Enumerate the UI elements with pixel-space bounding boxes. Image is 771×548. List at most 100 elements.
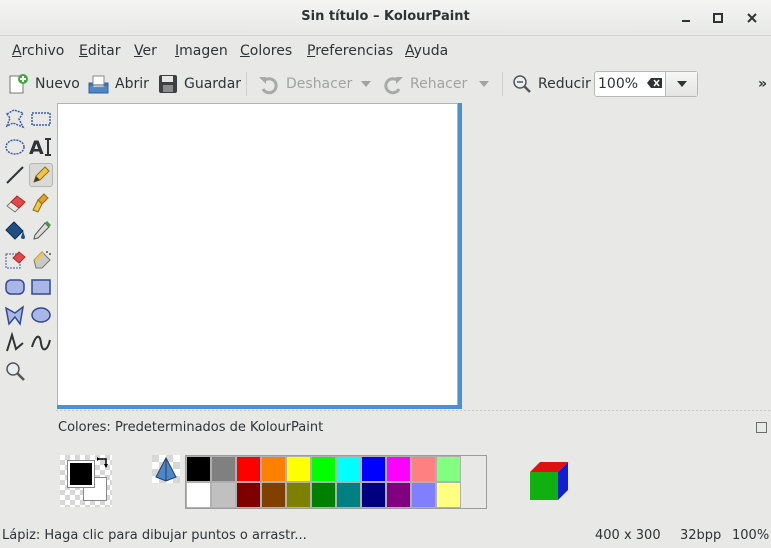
zoom-dropdown-button[interactable] bbox=[665, 72, 697, 96]
palette-swatch[interactable] bbox=[436, 456, 461, 482]
menu-colores[interactable]: Colores bbox=[240, 43, 292, 59]
connected-lines-tool[interactable] bbox=[3, 331, 27, 355]
status-zoom: 100% bbox=[732, 528, 770, 543]
drawing-canvas[interactable] bbox=[57, 103, 458, 406]
palette-swatch[interactable] bbox=[361, 482, 386, 508]
palette-swatch[interactable] bbox=[411, 482, 436, 508]
palette-swatch[interactable] bbox=[211, 456, 236, 482]
float-panel-icon[interactable] bbox=[756, 422, 767, 433]
text-tool[interactable]: A bbox=[29, 135, 53, 159]
palette-swatch[interactable] bbox=[361, 456, 386, 482]
ellipse-tool[interactable] bbox=[29, 303, 53, 327]
flood-fill-tool[interactable] bbox=[3, 219, 27, 243]
close-button[interactable] bbox=[742, 8, 762, 28]
menu-preferencias[interactable]: Preferencias bbox=[307, 43, 393, 59]
foreground-color-swatch[interactable] bbox=[67, 460, 95, 488]
open-button[interactable]: Abrir bbox=[87, 70, 149, 98]
palette-swatch[interactable] bbox=[261, 456, 286, 482]
palette-swatch[interactable] bbox=[261, 482, 286, 508]
zoom-tool[interactable] bbox=[3, 359, 27, 383]
palette-swatch[interactable] bbox=[311, 456, 336, 482]
rectangle-tool[interactable] bbox=[29, 275, 53, 299]
window-title: Sin título – KolourPaint bbox=[301, 9, 470, 24]
transparency-toggle[interactable] bbox=[152, 455, 180, 483]
palette-swatch[interactable] bbox=[236, 456, 261, 482]
toolbar-separator bbox=[502, 72, 503, 96]
zoom-input[interactable]: 100% bbox=[598, 76, 638, 92]
zoom-out-button[interactable]: Reducir bbox=[512, 70, 591, 98]
zoom-out-icon bbox=[513, 75, 531, 93]
canvas-resize-handle-bottom[interactable] bbox=[57, 405, 462, 409]
canvas-resize-handle-right[interactable] bbox=[458, 103, 462, 408]
status-bpp: 32bpp bbox=[680, 528, 722, 543]
clear-text-icon[interactable] bbox=[647, 77, 663, 93]
open-folder-icon bbox=[88, 75, 109, 94]
palette-swatch[interactable] bbox=[286, 482, 311, 508]
chevron-down-icon bbox=[361, 81, 371, 87]
color-picker-tool[interactable] bbox=[29, 219, 53, 243]
color-cube-icon[interactable] bbox=[528, 460, 572, 508]
curve-tool[interactable] bbox=[29, 331, 53, 355]
panel-divider[interactable] bbox=[56, 410, 771, 411]
svg-text:A: A bbox=[29, 137, 44, 158]
palette-swatch[interactable] bbox=[236, 482, 261, 508]
chevron-down-icon bbox=[479, 81, 489, 87]
new-button[interactable]: Nuevo bbox=[7, 70, 80, 98]
line-tool[interactable] bbox=[3, 163, 27, 187]
maximize-button[interactable] bbox=[708, 8, 728, 28]
swap-colors-icon[interactable] bbox=[96, 455, 110, 472]
transparent-pyramid-icon bbox=[152, 455, 180, 483]
palette-swatch[interactable] bbox=[186, 482, 211, 508]
rounded-rectangle-tool[interactable] bbox=[3, 275, 27, 299]
palette-swatch[interactable] bbox=[411, 456, 436, 482]
polygon-icon bbox=[4, 305, 25, 326]
undo-dropdown[interactable] bbox=[360, 70, 372, 98]
redo-button[interactable]: Rehacer bbox=[382, 70, 467, 98]
ellipse-select-icon bbox=[5, 139, 25, 155]
undo-label: Deshacer bbox=[286, 76, 353, 92]
curve-icon bbox=[31, 335, 51, 351]
spraycan-tool[interactable] bbox=[29, 247, 53, 271]
rectangular-selection-tool[interactable] bbox=[29, 107, 53, 131]
status-bar: Lápiz: Haga clic para dibujar puntos o a… bbox=[0, 522, 771, 548]
menu-archivo[interactable]: Archivo bbox=[12, 43, 64, 59]
zoom-combobox[interactable]: 100% bbox=[594, 71, 698, 97]
polyline-icon bbox=[6, 332, 24, 352]
free-form-selection-tool[interactable] bbox=[3, 107, 27, 131]
menu-ayuda[interactable]: Ayuda bbox=[405, 43, 448, 59]
palette-swatch[interactable] bbox=[436, 482, 461, 508]
palette-swatch[interactable] bbox=[386, 482, 411, 508]
toolbar-overflow-button[interactable]: » bbox=[758, 70, 767, 98]
color-eraser-icon bbox=[5, 251, 26, 269]
pen-tool[interactable] bbox=[29, 163, 53, 187]
save-button[interactable]: Guardar bbox=[158, 70, 241, 98]
status-image-size: 400 x 300 bbox=[595, 528, 661, 543]
new-document-icon bbox=[9, 74, 28, 94]
palette-swatch[interactable] bbox=[336, 456, 361, 482]
color-eraser-tool[interactable] bbox=[3, 247, 27, 271]
menu-ver[interactable]: Ver bbox=[134, 43, 157, 59]
elliptical-selection-tool[interactable] bbox=[3, 135, 27, 159]
palette-swatch[interactable] bbox=[336, 482, 361, 508]
chevron-down-icon bbox=[676, 81, 687, 87]
maximize-icon bbox=[713, 13, 723, 23]
open-label: Abrir bbox=[115, 76, 149, 92]
palette-swatch[interactable] bbox=[311, 482, 336, 508]
polygon-tool[interactable] bbox=[3, 303, 27, 327]
palette-swatch[interactable] bbox=[386, 456, 411, 482]
palette-swatch[interactable] bbox=[211, 482, 236, 508]
undo-button[interactable]: Deshacer bbox=[258, 70, 352, 98]
minimize-button[interactable] bbox=[676, 8, 696, 28]
menu-imagen[interactable]: Imagen bbox=[175, 43, 228, 59]
redo-dropdown[interactable] bbox=[478, 70, 490, 98]
palette-swatch[interactable] bbox=[286, 456, 311, 482]
title-bar: Sin título – KolourPaint bbox=[0, 0, 771, 36]
paint-bucket-icon bbox=[5, 221, 25, 240]
ellipse-icon bbox=[31, 307, 51, 323]
spraycan-icon bbox=[33, 251, 51, 269]
eraser-tool[interactable] bbox=[3, 191, 27, 215]
palette-swatch[interactable] bbox=[186, 456, 211, 482]
brush-tool[interactable] bbox=[29, 191, 53, 215]
menu-editar[interactable]: Editar bbox=[79, 43, 120, 59]
zoom-out-label: Reducir bbox=[538, 76, 591, 92]
